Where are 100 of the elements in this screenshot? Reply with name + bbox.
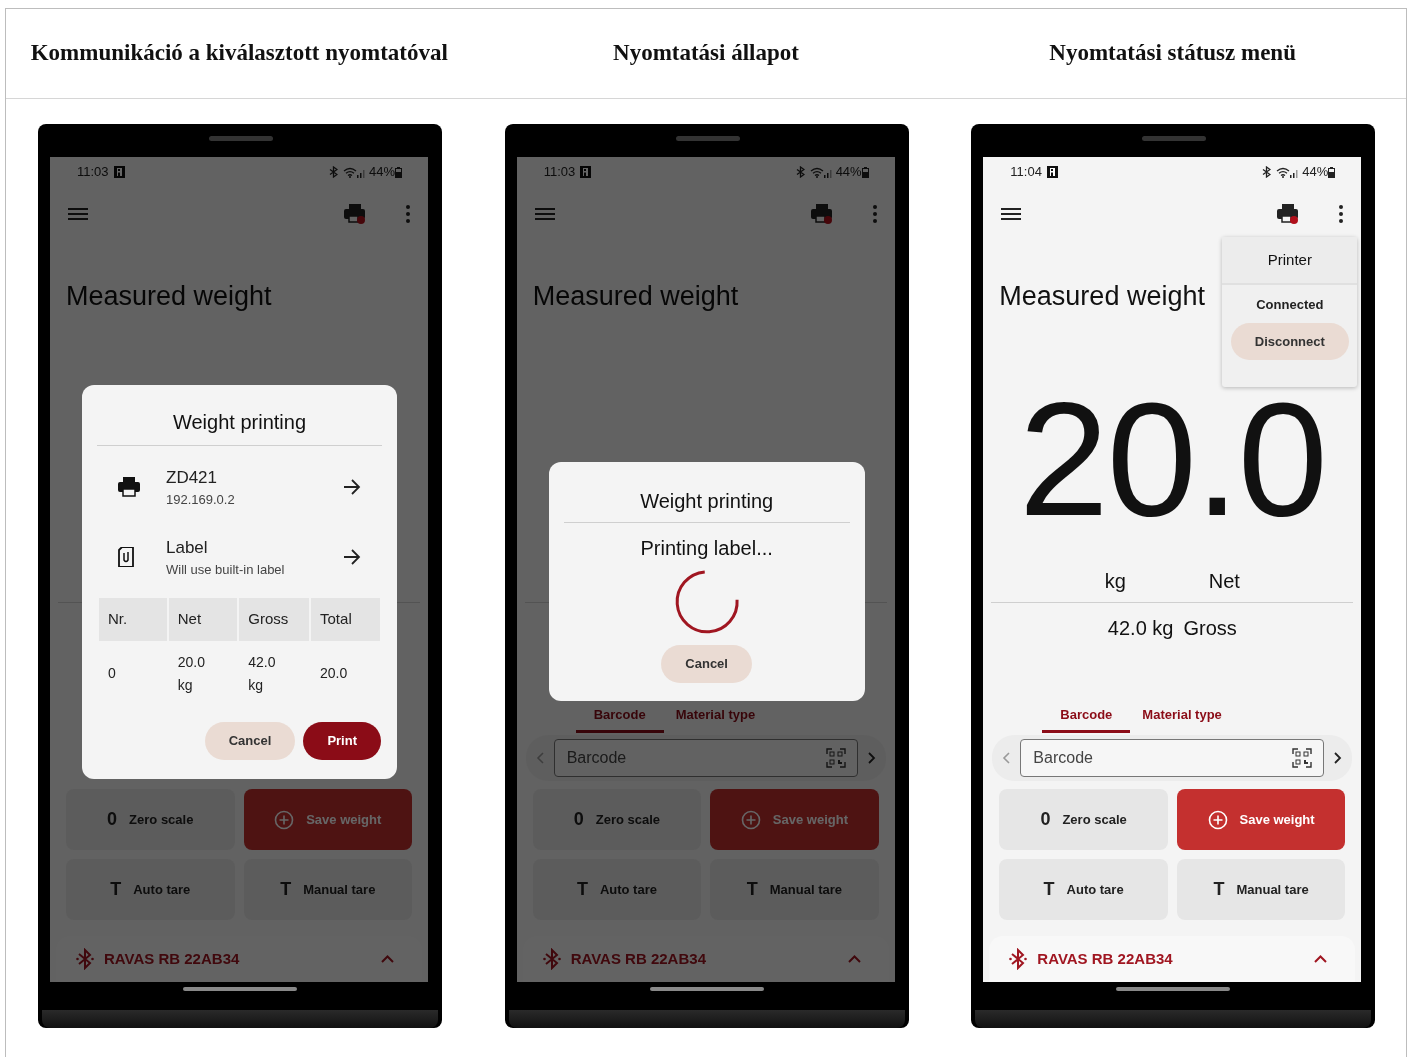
battery-icon: [861, 166, 869, 178]
button-label: Auto tare: [599, 880, 657, 899]
wifi-icon: [342, 166, 357, 178]
speaker-slot: [209, 136, 273, 141]
tare-symbol: T: [746, 878, 758, 901]
tare-button[interactable]: T Manual tare: [243, 859, 412, 920]
button-label: Auto tare: [133, 880, 191, 899]
cancel-button[interactable]: Cancel: [661, 645, 752, 683]
item-subtitle: 192.169.0.2: [166, 491, 236, 509]
menu-icon[interactable]: [1001, 207, 1022, 221]
device-bar[interactable]: RAVAS RB 22AB34: [989, 936, 1356, 982]
zero-scale-button[interactable]: 0 Zero scale: [532, 789, 702, 850]
menu-title: Printer: [1267, 249, 1312, 270]
battery-icon: [1328, 166, 1336, 178]
tare-symbol: T: [110, 878, 122, 901]
table-cell-text: 20.0 kg: [176, 652, 206, 696]
item-title: ZD421: [166, 466, 219, 489]
bluetooth-icon: [795, 166, 805, 178]
tare-button[interactable]: T Auto tare: [532, 859, 702, 920]
dialog-message: Printing label...: [639, 536, 774, 561]
chevron-left-icon[interactable]: [1002, 752, 1011, 764]
weight-unit: kg: [1104, 569, 1126, 594]
cancel-button[interactable]: Cancel: [204, 722, 296, 760]
button-label: Manual tare: [303, 880, 376, 899]
dialog-title: Weight printing: [639, 489, 775, 514]
section-heading: Nyomtatási állapot: [613, 39, 799, 68]
bluetooth-icon: [76, 948, 94, 970]
button-label: Zero scale: [129, 810, 194, 829]
chevron-right-icon[interactable]: [1334, 752, 1343, 764]
status-time: 11:03: [543, 163, 576, 182]
device-name: RAVAS RB 22AB34: [104, 948, 241, 969]
button-label: Save weight: [306, 810, 382, 829]
tare-symbol: T: [280, 878, 292, 901]
weight-value: 20.0: [1017, 366, 1327, 551]
zero-symbol: 0: [573, 808, 584, 831]
arrow-right-icon: [343, 549, 361, 565]
screen-title: Measured weight: [66, 279, 272, 313]
tab[interactable]: Material type: [663, 704, 768, 733]
chevron-left-icon[interactable]: [535, 752, 544, 764]
device-name: RAVAS RB 22AB34: [1037, 948, 1174, 969]
bluetooth-icon: [1009, 948, 1028, 970]
table-cell-text: 20.0: [319, 664, 349, 684]
button-label: Zero scale: [595, 810, 661, 829]
dialog-list-item[interactable]: Label Will use built-in label: [82, 522, 397, 592]
more-options-icon[interactable]: [1339, 205, 1344, 223]
weight-mode: Net: [1208, 569, 1240, 594]
table-header-cell: Net: [168, 598, 238, 641]
plus-circle-icon: [740, 809, 761, 830]
plus-circle-icon: [274, 809, 295, 830]
zero-scale-button[interactable]: 0 Zero scale: [999, 789, 1168, 850]
button-label: Manual tare: [769, 880, 843, 899]
printer-icon: [118, 477, 140, 497]
status-time: 11:04: [1010, 163, 1042, 182]
loading-spinner: [673, 569, 740, 635]
table-cell-text: 42.0 kg: [247, 652, 277, 696]
table-header-cell: Total: [311, 598, 380, 641]
button-label: Manual tare: [1236, 880, 1309, 899]
button-label: Zero scale: [1062, 810, 1127, 829]
app-notification-icon: [113, 166, 125, 178]
tare-button[interactable]: T Auto tare: [999, 859, 1168, 920]
battery-level: 44%: [835, 163, 862, 182]
print-button[interactable]: Print: [303, 722, 381, 760]
tare-button[interactable]: T Manual tare: [710, 859, 879, 920]
gross-weight: 42.0 kg Gross: [1107, 616, 1237, 641]
tare-button[interactable]: T Manual tare: [1176, 859, 1346, 920]
disconnect-button[interactable]: Disconnect: [1230, 322, 1349, 360]
tab[interactable]: Material type: [1130, 704, 1234, 733]
wifi-icon: [1276, 166, 1291, 178]
section-heading: Kommunikáció a kiválasztott nyomtatóval: [30, 39, 448, 68]
barcode-field[interactable]: Barcode: [553, 739, 858, 777]
battery-icon: [395, 166, 402, 178]
dialog-list-item[interactable]: ZD421 192.169.0.2: [82, 452, 397, 522]
section-heading: Nyomtatási státusz menü: [1049, 39, 1296, 68]
printer-icon[interactable]: [1277, 204, 1300, 224]
battery-level: 44%: [368, 163, 395, 182]
button-label: Auto tare: [1066, 880, 1124, 899]
item-subtitle: Will use built-in label: [166, 561, 286, 579]
tare-button[interactable]: T Auto tare: [66, 859, 235, 920]
screen-title: Measured weight: [999, 279, 1205, 313]
chevron-up-icon[interactable]: [1314, 955, 1328, 963]
table-cell-text: 0: [107, 664, 117, 684]
dialog-title: Weight printing: [171, 410, 307, 435]
bluetooth-icon: [328, 166, 338, 178]
wifi-icon: [809, 166, 824, 178]
speaker-slot: [675, 136, 740, 141]
item-title: Label: [166, 536, 209, 559]
qr-scan-icon[interactable]: [1292, 748, 1313, 768]
printer-status: Connected: [1255, 296, 1325, 314]
tare-symbol: T: [576, 878, 588, 901]
plus-circle-icon: [1207, 809, 1228, 830]
zero-scale-button[interactable]: 0 Zero scale: [66, 789, 235, 850]
device-name: RAVAS RB 22AB34: [570, 948, 707, 969]
bluetooth-icon: [542, 948, 561, 970]
save-weight-button[interactable]: Save weight: [1176, 789, 1346, 850]
app-notification-icon: [1046, 166, 1058, 178]
tare-symbol: T: [1043, 878, 1055, 901]
arrow-right-icon: [343, 479, 361, 495]
battery-level: 44%: [1302, 163, 1329, 182]
barcode-field[interactable]: Barcode: [1020, 739, 1325, 777]
bluetooth-icon: [1262, 166, 1272, 178]
